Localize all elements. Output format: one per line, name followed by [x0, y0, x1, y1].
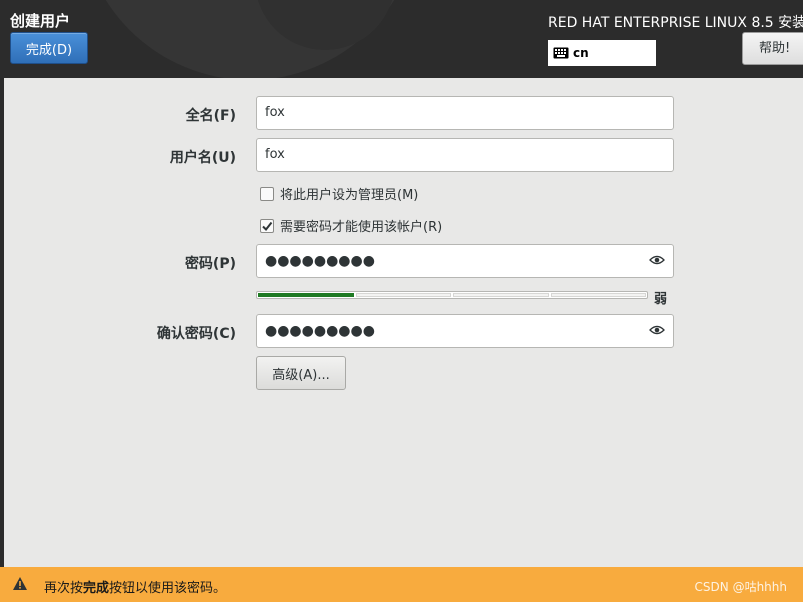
header-bar: 创建用户 完成(D) RED HAT ENTERPRISE LINUX 8.5 … [0, 0, 803, 78]
username-value: fox [265, 147, 285, 162]
require-password-label: 需要密码才能使用该帐户(R) [280, 220, 443, 235]
confirm-password-value: ●●●●●●●●● [265, 323, 375, 339]
page-title: 创建用户 [10, 12, 71, 30]
username-label: 用户名(U) [169, 150, 236, 166]
keyboard-layout-label: cn [573, 46, 589, 60]
admin-checkbox-row[interactable]: 将此用户设为管理员(M) [260, 184, 418, 203]
fullname-field[interactable]: fox [256, 96, 674, 130]
warning-infobar: 再次按完成按钮以使用该密码。 CSDN @咕hhhh [0, 567, 803, 602]
strength-segment [258, 293, 354, 297]
strength-segment [355, 293, 451, 297]
require-password-checkbox-row[interactable]: 需要密码才能使用该帐户(R) [260, 216, 442, 235]
strength-segment [550, 293, 646, 297]
fullname-label: 全名(F) [185, 108, 236, 124]
infobar-message: 再次按完成按钮以使用该密码。 [44, 577, 226, 596]
product-title: RED HAT ENTERPRISE LINUX 8.5 安装 [548, 15, 803, 31]
keyboard-icon [553, 47, 569, 59]
help-button[interactable]: 帮助! [742, 32, 803, 65]
password-strength-label: 弱 [654, 292, 668, 307]
advanced-button[interactable]: 高级(A)... [256, 356, 346, 390]
eye-icon[interactable] [649, 254, 665, 266]
infobar-prefix: 再次按 [44, 581, 84, 596]
infobar-suffix: 按钮以使用该密码。 [109, 581, 227, 596]
admin-checkbox-label: 将此用户设为管理员(M) [280, 188, 419, 203]
eye-icon[interactable] [649, 324, 665, 336]
watermark: CSDN @咕hhhh [694, 580, 787, 594]
require-password-checkbox[interactable] [260, 218, 274, 233]
username-field[interactable]: fox [256, 138, 674, 172]
infobar-bold: 完成 [83, 581, 110, 596]
keyboard-layout-indicator[interactable]: cn [548, 40, 656, 66]
password-field[interactable]: ●●●●●●●●● [256, 244, 674, 278]
password-label: 密码(P) [184, 256, 236, 272]
confirm-password-field[interactable]: ●●●●●●●●● [256, 314, 674, 348]
admin-checkbox[interactable] [260, 186, 274, 201]
done-button[interactable]: 完成(D) [10, 32, 88, 64]
checkmark-icon [262, 221, 273, 231]
window-edge [0, 0, 4, 602]
confirm-password-label: 确认密码(C) [156, 326, 236, 342]
password-value: ●●●●●●●●● [265, 253, 375, 269]
strength-segment [453, 293, 549, 297]
fullname-value: fox [265, 105, 285, 120]
password-strength-meter [256, 291, 648, 299]
warning-icon [13, 577, 27, 590]
